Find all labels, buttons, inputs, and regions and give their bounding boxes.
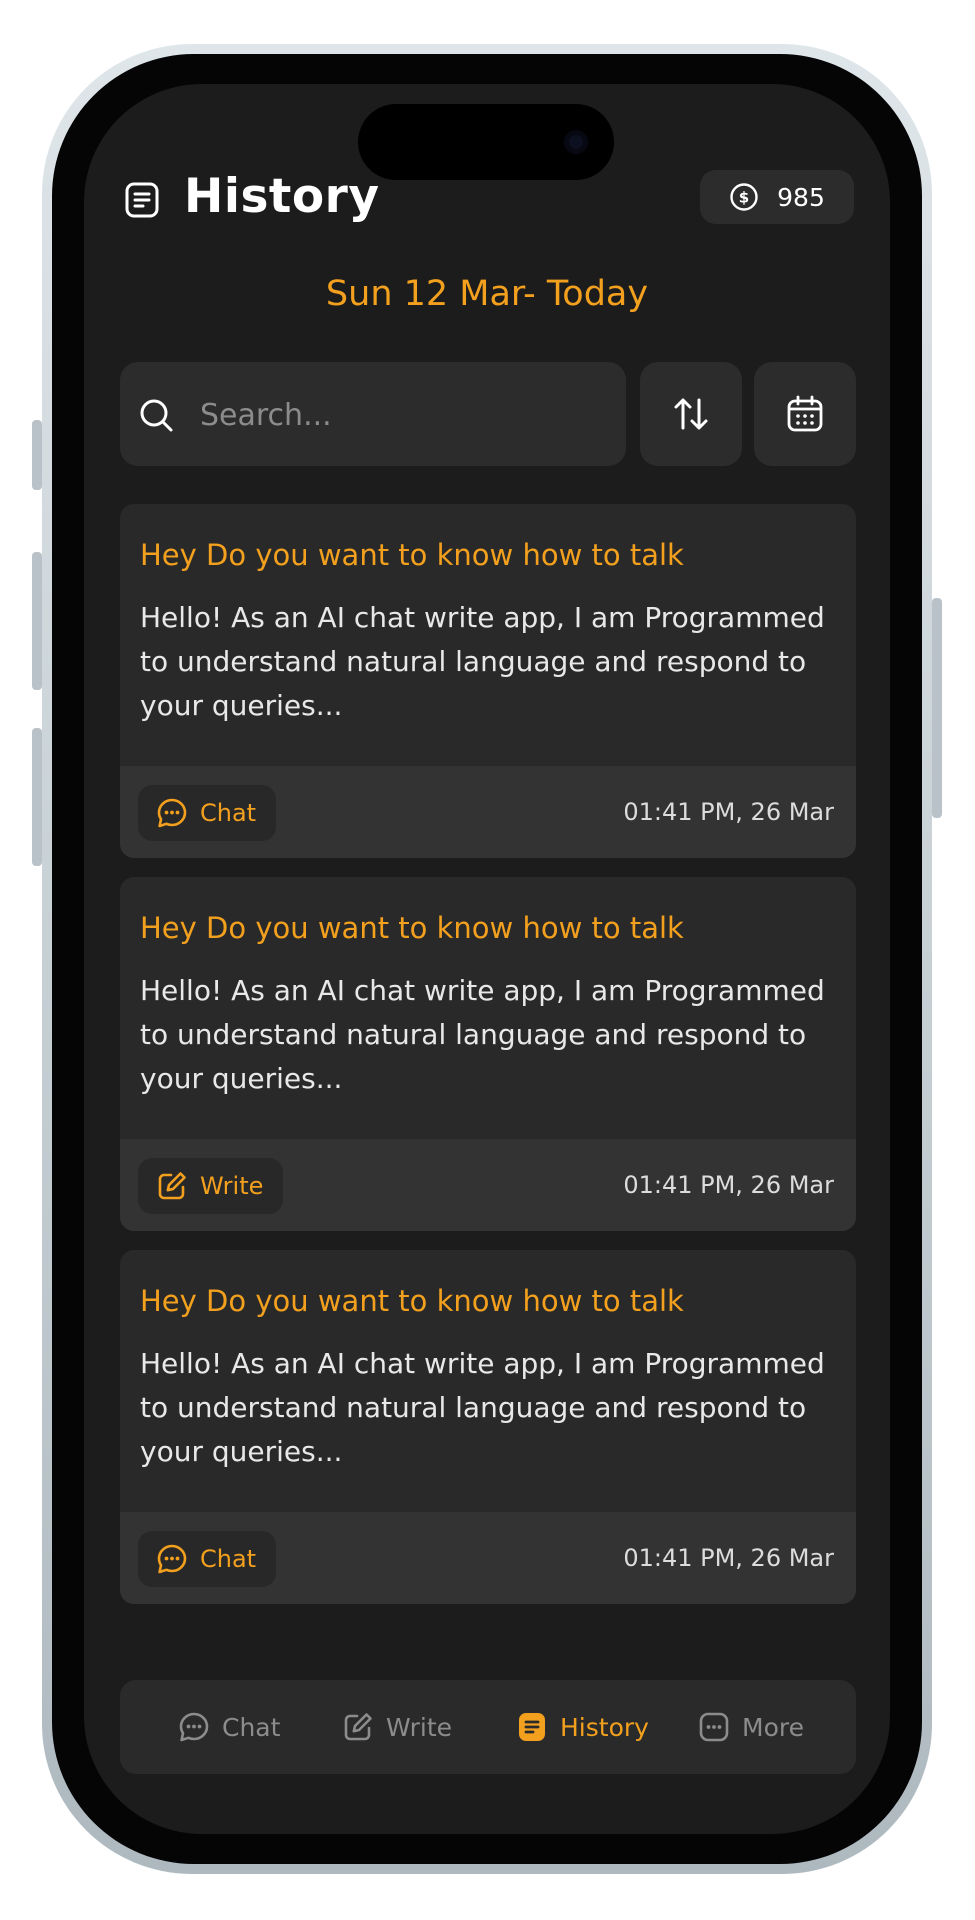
card-footer: Chat 01:41 PM, 26 Mar bbox=[120, 766, 856, 858]
power-button bbox=[932, 598, 942, 818]
nav-item-history[interactable]: History bbox=[516, 1680, 649, 1774]
bottom-nav: Chat Write History More bbox=[120, 1680, 856, 1774]
card-type-tag[interactable]: Chat bbox=[138, 1531, 277, 1587]
nav-label: History bbox=[560, 1712, 649, 1742]
nav-label: Write bbox=[386, 1712, 453, 1742]
history-doc-icon bbox=[519, 1713, 545, 1741]
coin-count: 985 bbox=[777, 182, 825, 212]
tag-label: Write bbox=[200, 1172, 264, 1200]
search-icon bbox=[140, 399, 173, 432]
card-title: Hey Do you want to know how to talk bbox=[140, 911, 684, 945]
card-title: Hey Do you want to know how to talk bbox=[140, 538, 684, 572]
search-input[interactable] bbox=[198, 384, 612, 446]
card-type-tag[interactable]: Chat bbox=[138, 785, 277, 841]
history-card[interactable]: Hey Do you want to know how to talk Hell… bbox=[120, 877, 856, 1231]
dollar-coin-icon: $ bbox=[730, 183, 758, 211]
card-timestamp: 01:41 PM, 26 Mar bbox=[623, 1171, 834, 1199]
volume-down-button bbox=[32, 728, 42, 866]
history-card[interactable]: Hey Do you want to know how to talk Hell… bbox=[120, 504, 856, 858]
tag-label: Chat bbox=[200, 1545, 257, 1573]
card-type-tag[interactable]: Write bbox=[138, 1158, 284, 1214]
app-screen: History $ 985 Sun 12 Mar- Today Search..… bbox=[84, 84, 890, 1834]
card-preview: Hello! As an AI chat write app, I am Pro… bbox=[140, 974, 825, 1095]
nav-item-write[interactable]: Write bbox=[342, 1680, 452, 1774]
chat-bubble-icon bbox=[157, 798, 187, 828]
card-timestamp: 01:41 PM, 26 Mar bbox=[623, 1544, 834, 1572]
calendar-button[interactable] bbox=[754, 362, 856, 466]
camera-icon bbox=[564, 130, 588, 154]
search-box[interactable] bbox=[120, 362, 626, 466]
chat-bubble-icon bbox=[179, 1712, 209, 1742]
sort-arrows-icon bbox=[674, 398, 708, 430]
more-dots-icon bbox=[699, 1712, 729, 1742]
card-footer: Chat 01:41 PM, 26 Mar bbox=[120, 1512, 856, 1604]
history-card[interactable]: Hey Do you want to know how to talk Hell… bbox=[120, 1250, 856, 1604]
card-preview: Hello! As an AI chat write app, I am Pro… bbox=[140, 1347, 825, 1468]
card-footer: Write 01:41 PM, 26 Mar bbox=[120, 1139, 856, 1231]
card-timestamp: 01:41 PM, 26 Mar bbox=[623, 798, 834, 826]
sort-button[interactable] bbox=[640, 362, 742, 466]
date-range-label[interactable]: Sun 12 Mar- Today bbox=[84, 274, 890, 314]
card-preview: Hello! As an AI chat write app, I am Pro… bbox=[140, 601, 825, 722]
tag-label: Chat bbox=[200, 799, 257, 827]
card-title: Hey Do you want to know how to talk bbox=[140, 1284, 684, 1318]
edit-icon bbox=[158, 1172, 186, 1200]
action-button bbox=[32, 420, 42, 490]
coin-balance-badge[interactable]: $ 985 bbox=[700, 170, 854, 224]
header: History $ 985 bbox=[124, 164, 854, 236]
nav-label: Chat bbox=[222, 1712, 281, 1742]
volume-up-button bbox=[32, 552, 42, 690]
nav-item-chat[interactable]: Chat bbox=[178, 1680, 280, 1774]
history-doc-icon bbox=[125, 182, 159, 218]
nav-label: More bbox=[742, 1712, 804, 1742]
nav-item-more[interactable]: More bbox=[698, 1680, 804, 1774]
chat-bubble-icon bbox=[157, 1544, 187, 1574]
edit-icon bbox=[344, 1713, 372, 1741]
calendar-icon bbox=[787, 395, 823, 432]
svg-text:$: $ bbox=[739, 189, 749, 207]
page-title: History bbox=[184, 169, 380, 224]
